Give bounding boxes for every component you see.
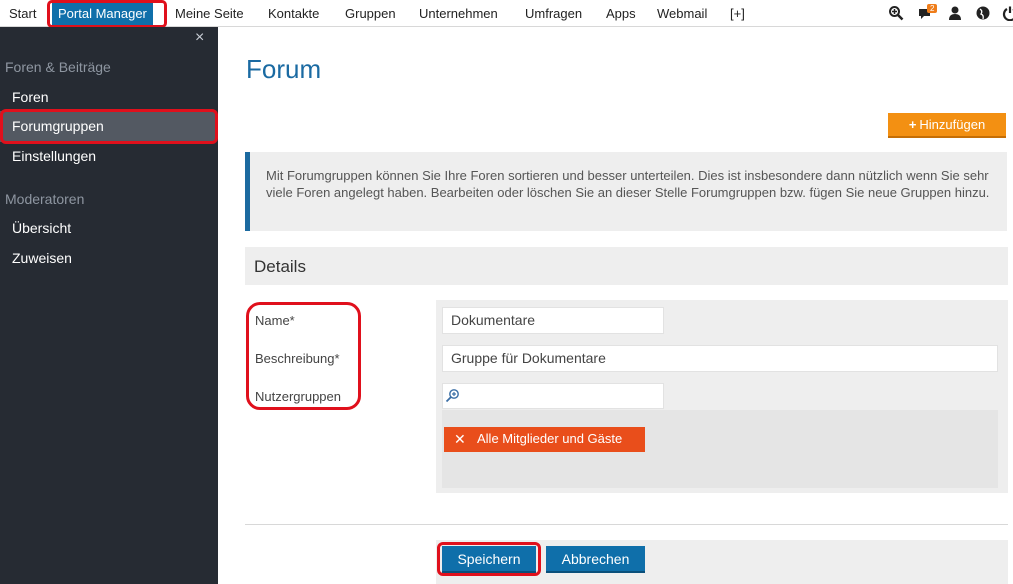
highlight-form-labels bbox=[246, 302, 361, 410]
highlight-portal-manager bbox=[47, 0, 167, 28]
nav-start[interactable]: Start bbox=[9, 0, 36, 27]
sidebar-section-moderatoren: Moderatoren bbox=[5, 191, 85, 207]
nav-webmail[interactable]: Webmail bbox=[657, 0, 707, 27]
nav-unternehmen[interactable]: Unternehmen bbox=[419, 0, 498, 27]
power-icon[interactable] bbox=[1002, 5, 1013, 21]
user-groups-search-input[interactable] bbox=[442, 383, 664, 409]
cancel-button[interactable]: Abbrechen bbox=[546, 546, 645, 573]
nav-more[interactable]: [+] bbox=[730, 0, 745, 27]
nav-umfragen[interactable]: Umfragen bbox=[525, 0, 582, 27]
details-title: Details bbox=[254, 257, 306, 276]
highlight-save-button bbox=[437, 542, 541, 576]
globe-icon[interactable] bbox=[975, 5, 991, 21]
sidebar-item-zuweisen[interactable]: Zuweisen bbox=[12, 250, 72, 266]
page-title: Forum bbox=[246, 54, 322, 84]
divider bbox=[245, 524, 1008, 525]
info-text: Mit Forumgruppen können Sie Ihre Foren s… bbox=[266, 168, 990, 200]
remove-tag-icon[interactable]: ✕ bbox=[454, 427, 466, 451]
sidebar-item-foren[interactable]: Foren bbox=[12, 89, 49, 105]
close-icon[interactable]: × bbox=[195, 29, 204, 47]
sidebar-item-uebersicht[interactable]: Übersicht bbox=[12, 220, 71, 236]
add-button-label: Hinzufügen bbox=[919, 117, 986, 132]
zoom-in-icon[interactable] bbox=[888, 5, 904, 21]
plus-icon: + bbox=[908, 117, 917, 132]
nav-apps[interactable]: Apps bbox=[606, 0, 636, 27]
add-button[interactable]: + Hinzufügen bbox=[888, 113, 1006, 138]
nav-gruppen[interactable]: Gruppen bbox=[345, 0, 396, 27]
sidebar-item-einstellungen[interactable]: Einstellungen bbox=[12, 148, 96, 164]
nav-meine-seite[interactable]: Meine Seite bbox=[175, 0, 244, 27]
user-group-tag: ✕ Alle Mitglieder und Gäste bbox=[444, 427, 645, 452]
sidebar-section-foren: Foren & Beiträge bbox=[5, 59, 111, 75]
details-header: Details bbox=[245, 247, 1008, 285]
notification-badge: 2 bbox=[927, 4, 938, 13]
highlight-forumgruppen bbox=[0, 109, 218, 144]
info-box: Mit Forumgruppen können Sie Ihre Foren s… bbox=[245, 152, 1007, 231]
nav-kontakte[interactable]: Kontakte bbox=[268, 0, 319, 27]
description-field[interactable]: Gruppe für Dokumentare bbox=[442, 345, 998, 372]
user-group-tag-label: Alle Mitglieder und Gäste bbox=[477, 431, 623, 446]
user-icon[interactable] bbox=[947, 5, 963, 21]
name-field[interactable]: Dokumentare bbox=[442, 307, 664, 334]
search-icon bbox=[445, 389, 459, 403]
